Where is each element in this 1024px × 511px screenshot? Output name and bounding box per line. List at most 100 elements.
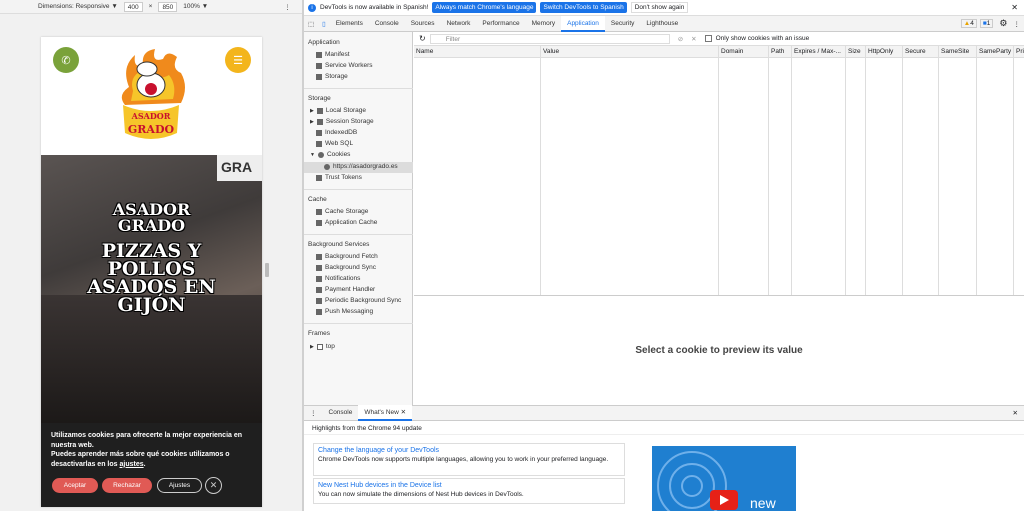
tab-elements[interactable]: Elements — [330, 16, 369, 32]
sidebar-item-background-sync[interactable]: Background Sync — [316, 264, 376, 271]
sidebar-item-application-cache[interactable]: Application Cache — [316, 219, 377, 226]
cookies-table: Name Value Domain Path Expires / Max-...… — [414, 46, 1024, 296]
column-path[interactable]: Path — [768, 46, 784, 296]
close-cookie-banner-button[interactable]: ✕ — [205, 477, 222, 494]
video-new-label: new — [750, 495, 777, 511]
sidebar-item-periodic-sync[interactable]: Periodic Background Sync — [316, 297, 401, 304]
hamburger-icon: ☰ — [233, 54, 243, 67]
sidebar-item-indexeddb[interactable]: IndexedDB — [316, 129, 357, 136]
database-icon — [316, 140, 322, 147]
more-options-icon[interactable]: ⋮ — [1014, 20, 1021, 28]
switch-to-spanish-button[interactable]: Switch DevTools to Spanish — [540, 2, 627, 13]
column-samesite[interactable]: SameSite — [938, 46, 969, 296]
close-icon: ✕ — [209, 480, 218, 490]
drawer-menu-icon[interactable]: ⋮ — [304, 409, 323, 417]
devtools-tabbar: ⬚ ▯ Elements Console Sources Network Per… — [304, 15, 1024, 32]
inspect-element-icon[interactable]: ⬚ — [304, 20, 318, 28]
always-match-language-button[interactable]: Always match Chrome's language — [432, 2, 537, 13]
whats-new-card-nest-hub[interactable]: New Nest Hub devices in the Device list … — [313, 478, 625, 504]
grid-icon — [316, 219, 322, 226]
infobar-message: DevTools is now available in Spanish! — [320, 4, 429, 11]
menu-button[interactable]: ☰ — [225, 47, 251, 73]
drawer-tab-whats-new[interactable]: What's New ✕ — [358, 405, 413, 421]
accept-cookies-button[interactable]: Aceptar — [52, 478, 98, 493]
zoom-dropdown[interactable]: 100% ▼ — [183, 3, 208, 10]
sidebar-item-frame-top[interactable]: ▶ top — [310, 343, 335, 350]
close-drawer-icon[interactable]: ✕ — [1013, 409, 1018, 417]
height-input[interactable]: 850 — [158, 1, 178, 12]
card-title[interactable]: New Nest Hub devices in the Device list — [318, 482, 620, 490]
column-size[interactable]: Size — [845, 46, 861, 296]
only-issue-checkbox[interactable] — [704, 35, 712, 42]
cookies-filter-bar: ↻ Filter ⊘ ✕ Only show cookies with an i… — [414, 32, 1024, 46]
whats-new-heading: Highlights from the Chrome 94 update — [304, 421, 1024, 435]
tab-performance[interactable]: Performance — [476, 16, 525, 32]
clear-filtered-icon[interactable]: ⊘ — [678, 35, 683, 43]
logo-text-bottom: GRADO — [128, 123, 175, 136]
info-icon: i — [308, 3, 316, 12]
section-background-services: Background Services — [308, 241, 370, 248]
sidebar-item-service-workers[interactable]: Service Workers — [316, 62, 373, 69]
phone-call-button[interactable]: ✆ — [53, 47, 79, 73]
delete-selected-icon[interactable]: ✕ — [691, 35, 696, 43]
tab-console[interactable]: Console — [369, 16, 405, 32]
dont-show-again-button[interactable]: Don't show again — [630, 2, 689, 13]
sidebar-item-websql[interactable]: Web SQL — [316, 140, 353, 147]
device-toggle-icon[interactable]: ▯ — [318, 20, 330, 28]
tab-security[interactable]: Security — [605, 16, 640, 32]
bell-icon — [316, 275, 322, 282]
warnings-badge[interactable]: ▲4 — [960, 19, 977, 28]
reject-cookies-button[interactable]: Rechazar — [102, 478, 152, 493]
sidebar-item-storage[interactable]: Storage — [316, 73, 348, 80]
sidebar-item-cookie-origin[interactable]: https://asadorgrado.es — [324, 163, 398, 170]
frame-icon — [316, 343, 323, 350]
settings-gear-icon[interactable]: ⚙ — [999, 18, 1007, 29]
column-value[interactable]: Value — [540, 46, 559, 296]
column-expires[interactable]: Expires / Max-... — [791, 46, 841, 296]
refresh-icon[interactable]: ↻ — [419, 34, 426, 43]
cookie-settings-button[interactable]: Ajustes — [157, 478, 202, 493]
drawer-tab-console[interactable]: Console — [323, 405, 359, 421]
filter-input[interactable]: Filter — [429, 33, 670, 44]
close-infobar-icon[interactable]: ✕ — [1011, 3, 1018, 12]
card-description: You can now simulate the dimensions of N… — [318, 491, 524, 498]
database-icon — [316, 73, 322, 80]
column-priority[interactable]: Pri — [1013, 46, 1024, 296]
column-name[interactable]: Name — [414, 46, 433, 296]
tab-application[interactable]: Application — [561, 15, 605, 32]
section-application: Application — [308, 39, 340, 46]
application-sidebar: Application Manifest Service Workers Sto… — [304, 32, 413, 405]
tab-sources[interactable]: Sources — [405, 16, 441, 32]
dimensions-dropdown[interactable]: Dimensions: Responsive ▼ — [38, 3, 118, 10]
file-icon — [316, 51, 322, 58]
sidebar-item-notifications[interactable]: Notifications — [316, 275, 360, 282]
sidebar-item-payment-handler[interactable]: Payment Handler — [316, 286, 375, 293]
resize-handle[interactable] — [265, 263, 269, 277]
tab-lighthouse[interactable]: Lighthouse — [640, 16, 684, 32]
tab-memory[interactable]: Memory — [526, 16, 561, 32]
column-sameparty[interactable]: SameParty — [976, 46, 1011, 296]
column-secure[interactable]: Secure — [902, 46, 926, 296]
sidebar-item-trust-tokens[interactable]: Trust Tokens — [316, 174, 362, 181]
sidebar-item-manifest[interactable]: Manifest — [316, 51, 350, 58]
sidebar-item-background-fetch[interactable]: Background Fetch — [316, 253, 378, 260]
tab-network[interactable]: Network — [441, 16, 477, 32]
sidebar-item-push-messaging[interactable]: Push Messaging — [316, 308, 373, 315]
sidebar-item-cookies[interactable]: ▼ Cookies — [310, 151, 350, 158]
column-httponly[interactable]: HttpOnly — [865, 46, 893, 296]
sidebar-item-session-storage[interactable]: ▶ Session Storage — [310, 118, 374, 125]
section-frames: Frames — [308, 330, 331, 337]
cookie-settings-link[interactable]: ajustes — [119, 461, 143, 468]
sidebar-item-cache-storage[interactable]: Cache Storage — [316, 208, 368, 215]
whats-new-card-language[interactable]: Change the language of your DevTools Chr… — [313, 443, 625, 476]
whats-new-video-thumbnail[interactable]: new — [652, 446, 796, 511]
sidebar-item-local-storage[interactable]: ▶ Local Storage — [310, 107, 366, 114]
messages-badge[interactable]: ■1 — [979, 19, 994, 28]
card-title[interactable]: Change the language of your DevTools — [318, 447, 620, 455]
width-input[interactable]: 400 — [123, 1, 143, 12]
emulated-page: ✆ ☰ ASADOR GRADO GRA ASADOR GRADO PIZZAS… — [41, 37, 262, 507]
hero-title-2: GRADO — [117, 216, 186, 235]
column-domain[interactable]: Domain — [718, 46, 743, 296]
asador-grado-logo[interactable]: ASADOR GRADO — [111, 47, 191, 147]
more-icon[interactable]: ⋮ — [284, 3, 291, 11]
